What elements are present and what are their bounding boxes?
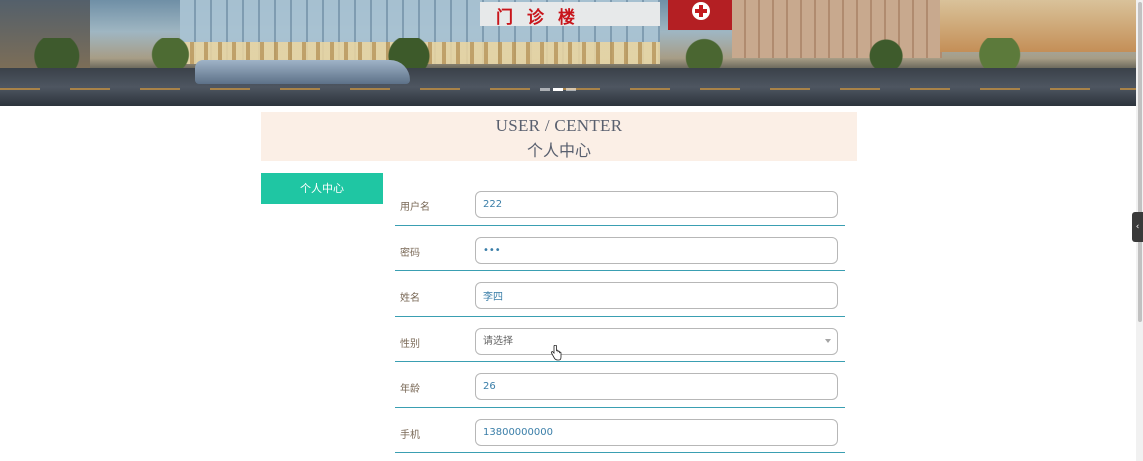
banner-car [195, 60, 410, 84]
red-cross-icon [692, 2, 710, 20]
age-label: 年龄 [400, 384, 420, 395]
user-profile-form: 用户名 密码 ••• 姓名 性别 请选择 年龄 手机 [395, 180, 845, 453]
hero-banner[interactable]: 门诊楼 [0, 0, 1136, 106]
banner-sign-text: 门诊楼 [496, 8, 589, 28]
form-row-password: 密码 ••• [395, 226, 845, 271]
carousel-dot-active[interactable] [553, 88, 563, 91]
form-row-username: 用户名 [395, 180, 845, 226]
form-row-age: 年龄 [395, 362, 845, 408]
hand-pointer-icon [550, 345, 562, 361]
name-label: 姓名 [400, 293, 420, 304]
carousel-dot[interactable] [566, 88, 576, 91]
carousel-indicators [540, 88, 576, 91]
username-input[interactable] [475, 191, 838, 218]
password-label: 密码 [400, 247, 420, 259]
gender-select[interactable]: 请选择 [475, 327, 838, 355]
scrollbar-thumb[interactable] [1138, 2, 1142, 322]
form-row-gender: 性别 请选择 [395, 317, 845, 362]
name-input[interactable] [475, 282, 838, 309]
form-row-name: 姓名 [395, 271, 845, 317]
page-title-block: USER / CENTER 个人中心 [261, 112, 857, 161]
gender-label: 性别 [400, 338, 420, 350]
page-title-cn: 个人中心 [526, 141, 591, 160]
phone-label: 手机 [400, 429, 420, 441]
age-input[interactable] [475, 373, 838, 400]
carousel-dot[interactable] [540, 88, 550, 91]
page-title-en: USER / CENTER [495, 116, 623, 135]
chevron-down-icon [825, 338, 831, 343]
page: 门诊楼 ‹ USER / CENTER 个人中心 个人中心 用户名 密码 ••• [0, 0, 1143, 461]
gender-select-value: 请选择 [483, 335, 513, 347]
password-input[interactable]: ••• [475, 236, 838, 264]
phone-input[interactable] [475, 418, 838, 446]
chevron-left-icon[interactable]: ‹ [1132, 212, 1143, 242]
form-row-phone: 手机 [395, 408, 845, 453]
banner-road [0, 68, 1136, 106]
username-label: 用户名 [400, 202, 430, 213]
sidebar-item-personal-center[interactable]: 个人中心 [261, 173, 383, 204]
banner-trees [0, 38, 1136, 68]
